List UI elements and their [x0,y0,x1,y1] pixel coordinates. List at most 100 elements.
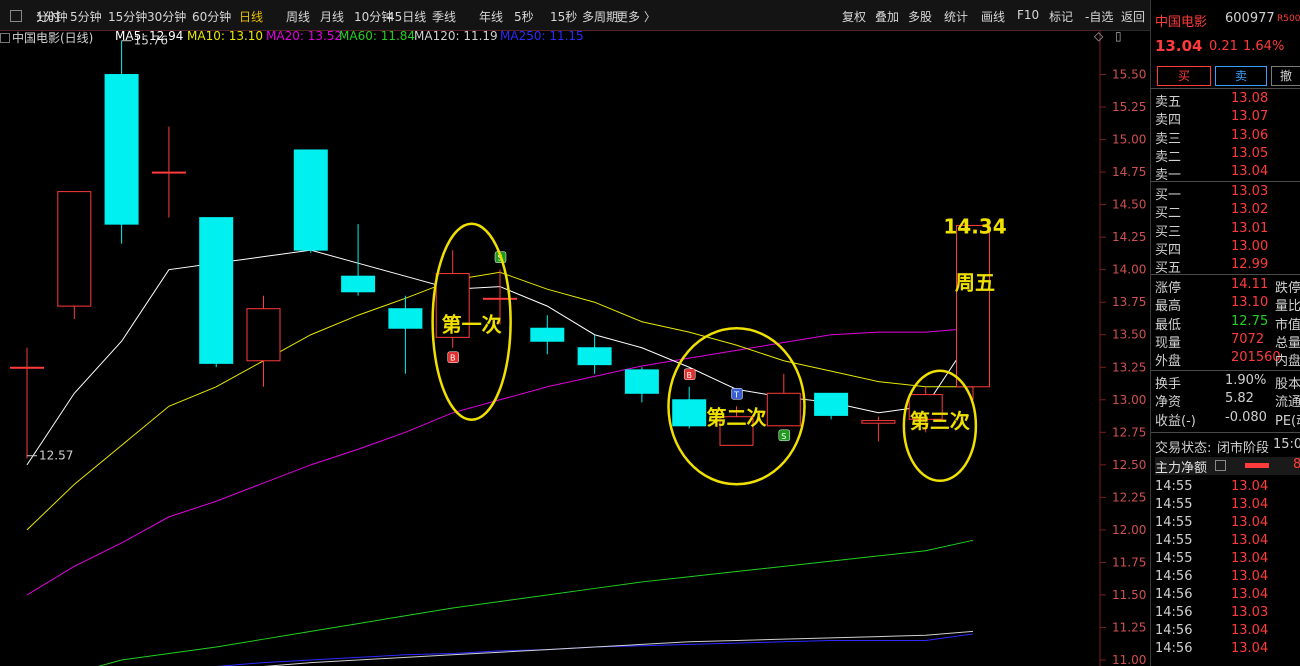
candle-body[interactable] [341,275,376,293]
main-net-flow[interactable]: 主力净额 8 [1155,457,1300,476]
stock-code: 600977 [1225,11,1275,26]
candle-body[interactable] [814,392,849,416]
ma120-line [263,630,974,666]
annotation-text: 第三次 [910,409,970,433]
period-tab-12[interactable]: 年线 [479,8,503,25]
ma60-line [97,539,974,666]
quote-stat2[interactable]: 换手 1.90% 股本 [1155,373,1300,392]
candle-body[interactable] [388,308,423,329]
buy-button[interactable]: 买 [1157,66,1211,86]
ma20-line [26,327,974,596]
toolbar-right-0[interactable]: 复权 [842,8,866,25]
flow-bar [1245,463,1269,468]
kline-chart[interactable]: 11.00 11.25 11.50 11.75 12.00 12.25 12.50 12.75… [0,30,1150,666]
toolbar-menu-icon[interactable] [10,10,22,22]
toolbar-right-1[interactable]: 叠加 [875,8,899,25]
list-icon [1215,460,1226,471]
ma-legend-item: MA20: 13.52 [266,29,343,43]
candle-body[interactable] [672,399,707,427]
quote-stat2[interactable]: 净资 5.82 流通 [1155,391,1300,410]
period-tab-3[interactable]: 15分钟 [108,8,147,25]
ask-level[interactable]: 卖二 13.05 [1155,146,1300,165]
candle-body[interactable] [483,297,517,300]
candle-body[interactable] [57,191,92,307]
y-tick-label: 14.50 [1112,198,1146,212]
trade-marker-label: T [733,390,739,399]
y-tick-label: 15.25 [1112,100,1146,114]
y-tick-label: 15.50 [1112,68,1146,82]
candle-body[interactable] [577,347,612,366]
candle-body[interactable] [246,308,281,362]
period-tab-1[interactable]: 1分钟 [36,8,68,25]
quote-stat[interactable]: 现量 7072 总量 [1155,332,1300,351]
legend-menu-icon[interactable] [0,33,10,43]
quote-stat[interactable]: 涨停 14.11 跌停 [1155,277,1300,296]
ma250-line [216,633,974,666]
annotation-text: 第一次 [442,313,502,337]
settings-icon[interactable]: ▯ [1115,29,1122,43]
ma-legend-item: MA60: 11.84 [339,29,416,43]
period-tab-13[interactable]: 5秒 [514,8,534,25]
candle-body[interactable] [104,74,139,225]
candle-body[interactable] [530,327,565,342]
ma-legend-item: MA250: 11.15 [500,29,584,43]
period-tab-10[interactable]: 45日线 [387,8,426,25]
toolbar-right-4[interactable]: 画线 [981,8,1005,25]
bid-level[interactable]: 买四 13.00 [1155,239,1300,258]
candle-body[interactable] [10,366,44,369]
tick-row: 14:56 13.04 [1155,587,1269,602]
ask-level[interactable]: 卖一 13.04 [1155,164,1300,183]
bid-level[interactable]: 买二 13.02 [1155,202,1300,221]
ma-legend-item: MA10: 13.10 [187,29,264,43]
quote-stat[interactable]: 最低 12.75 市值 [1155,314,1300,333]
candle-body[interactable] [151,171,186,174]
bid-level[interactable]: 买三 13.01 [1155,221,1300,240]
period-tab-6[interactable]: 日线 [239,8,263,25]
tick-row: 14:55 13.04 [1155,551,1269,566]
ask-level[interactable]: 卖五 13.08 [1155,91,1300,110]
candle-body[interactable] [956,224,990,388]
bid-level[interactable]: 买一 13.03 [1155,184,1300,203]
period-tab-15[interactable]: 多周期 [582,8,618,25]
period-tab-2[interactable]: 5分钟 [70,8,102,25]
y-tick-label: 13.00 [1112,393,1146,407]
y-tick-label: 11.50 [1112,588,1146,602]
candle-body[interactable] [766,392,801,427]
period-tab-7[interactable]: 周线 [286,8,310,25]
stock-tag: R500 [1277,14,1300,24]
period-tab-5[interactable]: 60分钟 [192,8,231,25]
period-tab-11[interactable]: 季线 [432,8,456,25]
quote-stat[interactable]: 最高 13.10 量比 [1155,295,1300,314]
bid-level[interactable]: 买五 12.99 [1155,257,1300,276]
toolbar-right-8[interactable]: 返回 [1121,8,1145,25]
period-tab-16[interactable]: 更多 〉 [616,8,656,25]
y-tick-label: 14.75 [1112,165,1146,179]
toolbar-right-7[interactable]: -自选 [1085,8,1113,25]
annotation-text: 第二次 [707,405,767,429]
diamond-icon[interactable]: ◇ [1094,29,1103,43]
period-tab-8[interactable]: 月线 [320,8,344,25]
period-tab-4[interactable]: 30分钟 [147,8,186,25]
toolbar-right-5[interactable]: F10 [1017,8,1039,22]
toolbar-right-2[interactable]: 多股 [908,8,932,25]
y-tick-label: 11.25 [1112,620,1146,634]
y-tick-label: 14.25 [1112,230,1146,244]
ma-legend: 中国电影(日线) MA5: 12.94 MA10: 13.10 MA20: 13.52… [0,29,1150,46]
quote-panel: 中国电影 600977 R500 13.04 0.21 1.64% 买 卖 撤 … [1150,0,1300,666]
period-tab-14[interactable]: 15秒 [550,8,577,25]
sell-button[interactable]: 卖 [1215,66,1267,86]
ask-level[interactable]: 卖四 13.07 [1155,109,1300,128]
quote-stat2[interactable]: 收益(-)-0.080PE(动 [1155,410,1300,429]
y-tick-label: 12.50 [1112,458,1146,472]
quote-stat[interactable]: 外盘 201560 内盘 [1155,350,1300,369]
toolbar-right-3[interactable]: 统计 [944,8,968,25]
ask-level[interactable]: 卖三 13.06 [1155,128,1300,147]
candle-body[interactable] [861,420,896,424]
candle-body[interactable] [199,217,234,364]
candle-body[interactable] [293,149,328,251]
tick-row: 14:55 13.04 [1155,479,1269,494]
cancel-order-button[interactable]: 撤 [1271,66,1300,86]
y-tick-label: 11.00 [1112,653,1146,666]
toolbar-right-6[interactable]: 标记 [1049,8,1073,25]
candle-body[interactable] [624,369,659,394]
